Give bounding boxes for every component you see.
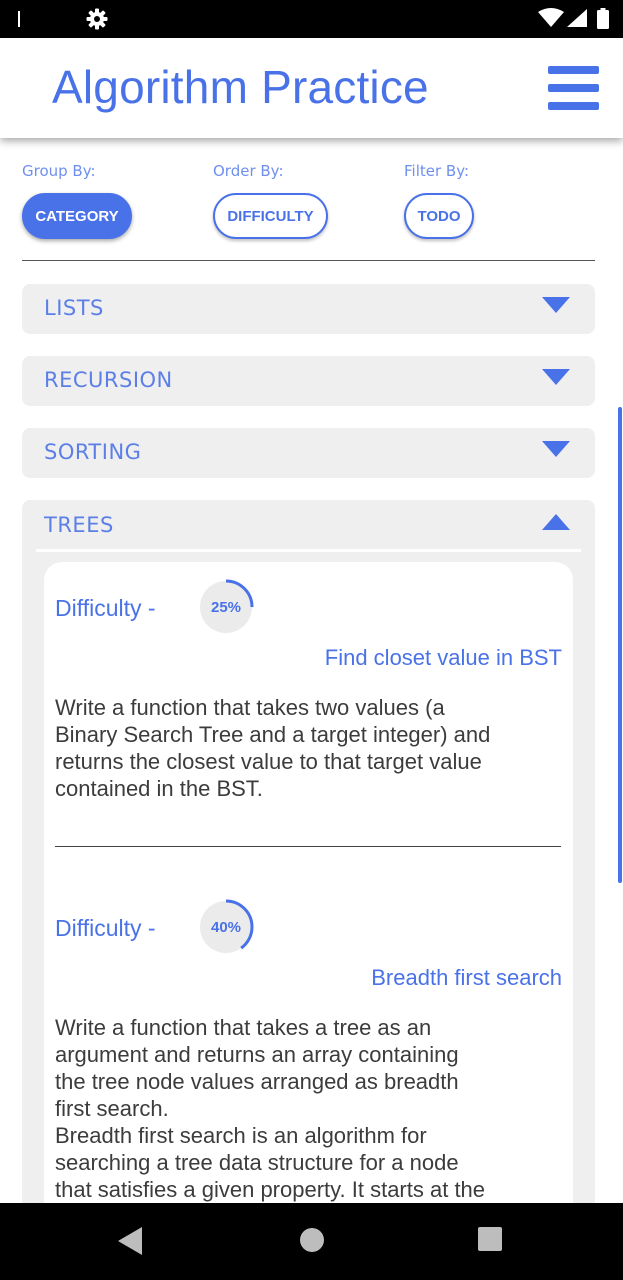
group-by-label: Group By: xyxy=(22,162,96,180)
problem-title[interactable]: Breadth first search xyxy=(371,965,562,991)
chevron-up-icon[interactable] xyxy=(542,514,570,530)
problem-card[interactable]: Difficulty - 25% Find closet value in BS… xyxy=(44,562,573,1220)
difficulty-label: Difficulty - xyxy=(55,595,156,621)
gear-icon xyxy=(86,8,108,30)
problem-title[interactable]: Find closet value in BST xyxy=(325,645,562,671)
divider xyxy=(55,846,561,847)
battery-icon xyxy=(597,8,609,29)
category-sorting[interactable]: SORTING xyxy=(22,428,595,478)
category-trees: TREES Difficulty - 25% Find closet value… xyxy=(22,500,595,1220)
wifi-icon xyxy=(538,8,564,27)
page-title: Algorithm Practice xyxy=(52,61,429,113)
category-label: SORTING xyxy=(44,440,142,464)
menu-icon[interactable] xyxy=(548,66,599,110)
group-by-button[interactable]: CATEGORY xyxy=(22,193,132,239)
signal-icon xyxy=(567,9,587,27)
category-label: LISTS xyxy=(44,296,104,320)
difficulty-percent: 25% xyxy=(210,598,242,616)
order-by-button[interactable]: DIFFICULTY xyxy=(213,193,328,239)
divider xyxy=(36,549,581,552)
difficulty-progress: 40% xyxy=(198,899,254,955)
chevron-down-icon xyxy=(542,369,570,385)
order-by-label: Order By: xyxy=(213,162,284,180)
category-label: RECURSION xyxy=(44,368,173,392)
problem-description: Write a function that takes a tree as an… xyxy=(55,1015,486,1202)
back-icon[interactable] xyxy=(118,1227,142,1255)
problem-description: Write a function that takes two values (… xyxy=(55,695,491,801)
category-lists[interactable]: LISTS xyxy=(22,284,595,334)
scrollbar[interactable] xyxy=(618,407,622,883)
status-bar xyxy=(0,0,623,38)
chevron-down-icon xyxy=(542,441,570,457)
difficulty-progress: 25% xyxy=(198,579,254,635)
home-icon[interactable] xyxy=(299,1227,325,1253)
filter-by-label: Filter By: xyxy=(404,162,470,180)
app-header: Algorithm Practice xyxy=(0,38,623,138)
filter-by-button[interactable]: TODO xyxy=(404,193,474,239)
divider xyxy=(22,260,595,261)
status-indicator xyxy=(18,11,20,27)
category-recursion[interactable]: RECURSION xyxy=(22,356,595,406)
chevron-down-icon xyxy=(542,297,570,313)
category-label[interactable]: TREES xyxy=(44,513,114,537)
difficulty-label: Difficulty - xyxy=(55,915,156,941)
navigation-bar xyxy=(0,1203,623,1280)
difficulty-percent: 40% xyxy=(210,918,242,936)
recents-icon[interactable] xyxy=(478,1227,502,1251)
